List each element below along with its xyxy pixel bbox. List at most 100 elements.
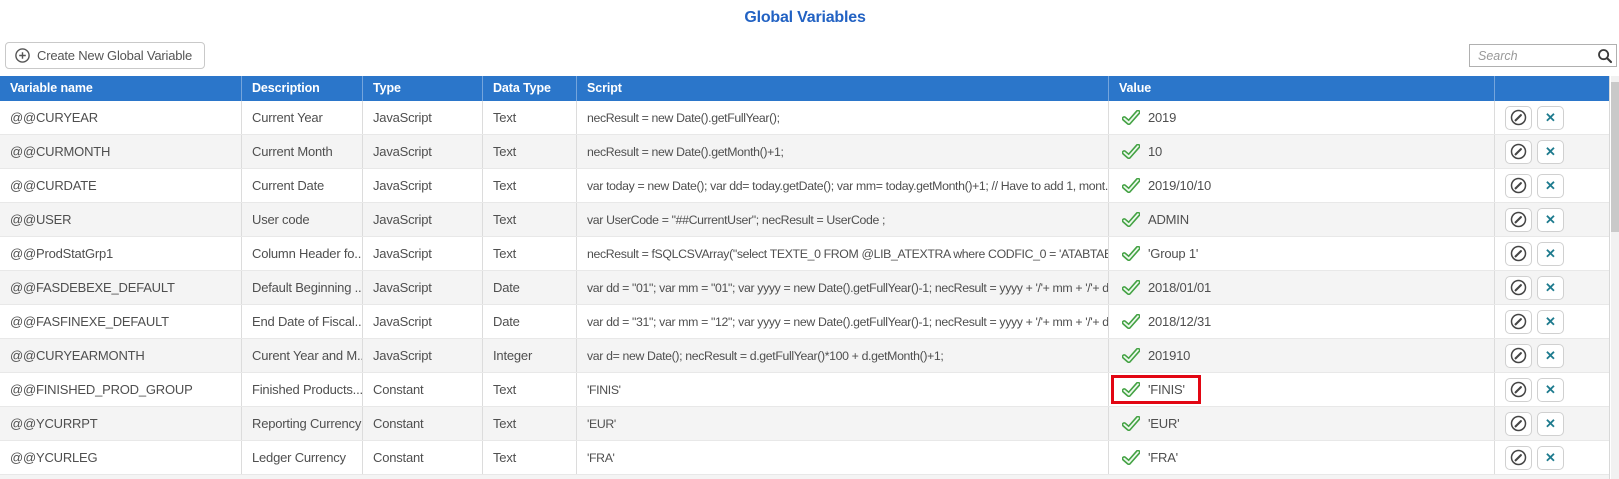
cell-description: Current Date <box>242 169 363 202</box>
description-text: Ledger Currency <box>252 450 346 465</box>
delete-variable-button[interactable]: ✕ <box>1537 344 1564 368</box>
value-cell-content: 'Group 1' <box>1111 239 1214 268</box>
check-icon <box>1122 382 1140 397</box>
edit-variable-button[interactable] <box>1505 140 1532 164</box>
value-cell-content: ADMIN <box>1111 205 1205 234</box>
scrollbar-thumb[interactable] <box>1611 82 1619 232</box>
cell-description: Reporting Currency <box>242 407 363 440</box>
edit-variable-button[interactable] <box>1505 106 1532 130</box>
edit-icon <box>1510 109 1527 126</box>
edit-variable-button[interactable] <box>1505 446 1532 470</box>
delete-variable-button[interactable]: ✕ <box>1537 140 1564 164</box>
cell-value: 'FRA' <box>1109 441 1495 474</box>
table-row: @@FASDEBEXE_DEFAULT Default Beginning ..… <box>0 271 1609 305</box>
type-text: Constant <box>373 450 423 465</box>
column-header-actions <box>1495 76 1610 101</box>
close-icon: ✕ <box>1545 315 1556 328</box>
edit-variable-button[interactable] <box>1505 242 1532 266</box>
cell-type: Constant <box>363 407 483 440</box>
delete-variable-button[interactable]: ✕ <box>1537 378 1564 402</box>
cell-value: 201910 <box>1109 339 1495 372</box>
check-icon <box>1122 178 1140 193</box>
cell-value: 'FINIS' <box>1109 373 1495 406</box>
cell-variable-name: @@CURDATE <box>0 169 242 202</box>
edit-variable-button[interactable] <box>1505 208 1532 232</box>
value-cell-content: 'EUR' <box>1111 409 1195 438</box>
cell-variable-name: @@FASDEBEXE_DEFAULT <box>0 271 242 304</box>
variable-name-text: @@CURYEARMONTH <box>10 348 145 363</box>
table-row: @@FASFINEXE_DEFAULT End Date of Fiscal..… <box>0 305 1609 339</box>
close-icon: ✕ <box>1545 281 1556 294</box>
cell-type: JavaScript <box>363 271 483 304</box>
cell-description: Curent Year and M... <box>242 339 363 372</box>
cell-actions: ✕ <box>1495 203 1610 236</box>
cell-description: Current Month <box>242 135 363 168</box>
edit-icon <box>1510 143 1527 160</box>
edit-icon <box>1510 381 1527 398</box>
cell-script: var d= new Date(); necResult = d.getFull… <box>577 339 1109 372</box>
type-text: JavaScript <box>373 144 432 159</box>
delete-variable-button[interactable]: ✕ <box>1537 208 1564 232</box>
edit-variable-button[interactable] <box>1505 310 1532 334</box>
edit-variable-button[interactable] <box>1505 344 1532 368</box>
delete-variable-button[interactable]: ✕ <box>1537 242 1564 266</box>
delete-variable-button[interactable]: ✕ <box>1537 174 1564 198</box>
variable-name-text: @@CURDATE <box>10 178 96 193</box>
cell-script: var UserCode = "##CurrentUser"; necResul… <box>577 203 1109 236</box>
type-text: JavaScript <box>373 314 432 329</box>
edit-variable-button[interactable] <box>1505 174 1532 198</box>
column-header-value: Value <box>1109 76 1495 101</box>
cell-type: JavaScript <box>363 305 483 338</box>
delete-variable-button[interactable]: ✕ <box>1537 446 1564 470</box>
delete-variable-button[interactable]: ✕ <box>1537 106 1564 130</box>
description-text: Default Beginning ... <box>252 280 363 295</box>
cell-script: necResult = new Date().getFullYear(); <box>577 101 1109 134</box>
edit-variable-button[interactable] <box>1505 276 1532 300</box>
delete-variable-button[interactable]: ✕ <box>1537 310 1564 334</box>
cell-description: Default Beginning ... <box>242 271 363 304</box>
cell-data-type: Text <box>483 237 577 270</box>
script-text: 'FINIS' <box>587 383 621 397</box>
type-text: JavaScript <box>373 110 432 125</box>
type-text: Constant <box>373 416 423 431</box>
data-type-text: Text <box>493 178 516 193</box>
table-row: @@CURYEAR Current Year JavaScript Text n… <box>0 101 1609 135</box>
data-type-text: Date <box>493 280 520 295</box>
page-title: Global Variables <box>0 9 1610 27</box>
script-text: var d= new Date(); necResult = d.getFull… <box>587 349 943 363</box>
cell-variable-name: @@FASFINEXE_DEFAULT <box>0 305 242 338</box>
cell-value: 'Group 1' <box>1109 237 1495 270</box>
description-text: Reporting Currency <box>252 416 361 431</box>
cell-type: JavaScript <box>363 169 483 202</box>
cell-data-type: Date <box>483 271 577 304</box>
data-type-text: Text <box>493 144 516 159</box>
search-box <box>1469 44 1617 67</box>
cell-data-type: Text <box>483 169 577 202</box>
close-icon: ✕ <box>1545 383 1556 396</box>
delete-variable-button[interactable]: ✕ <box>1537 276 1564 300</box>
edit-variable-button[interactable] <box>1505 412 1532 436</box>
close-icon: ✕ <box>1545 247 1556 260</box>
cell-actions: ✕ <box>1495 305 1610 338</box>
create-new-global-variable-button[interactable]: Create New Global Variable <box>5 42 205 69</box>
edit-variable-button[interactable] <box>1505 378 1532 402</box>
cell-script: necResult = fSQLCSVArray("select TEXTE_0… <box>577 237 1109 270</box>
vertical-scrollbar[interactable] <box>1611 76 1619 479</box>
table-body: @@CURYEAR Current Year JavaScript Text n… <box>0 101 1609 475</box>
cell-data-type: Text <box>483 203 577 236</box>
close-icon: ✕ <box>1545 145 1556 158</box>
cell-script: var today = new Date(); var dd= today.ge… <box>577 169 1109 202</box>
script-text: var dd = "31"; var mm = "12"; var yyyy =… <box>587 315 1109 329</box>
cell-script: 'FINIS' <box>577 373 1109 406</box>
data-type-text: Date <box>493 314 520 329</box>
delete-variable-button[interactable]: ✕ <box>1537 412 1564 436</box>
description-text: Finished Products... <box>252 382 363 397</box>
value-cell-content: 2018/01/01 <box>1111 273 1227 302</box>
search-icon[interactable] <box>1594 48 1616 64</box>
description-text: Current Date <box>252 178 324 193</box>
column-header-script: Script <box>577 76 1109 101</box>
global-variables-table: Variable name Description Type Data Type… <box>0 76 1610 479</box>
variable-name-text: @@CURMONTH <box>10 144 110 159</box>
cell-description: User code <box>242 203 363 236</box>
search-input[interactable] <box>1470 45 1594 66</box>
